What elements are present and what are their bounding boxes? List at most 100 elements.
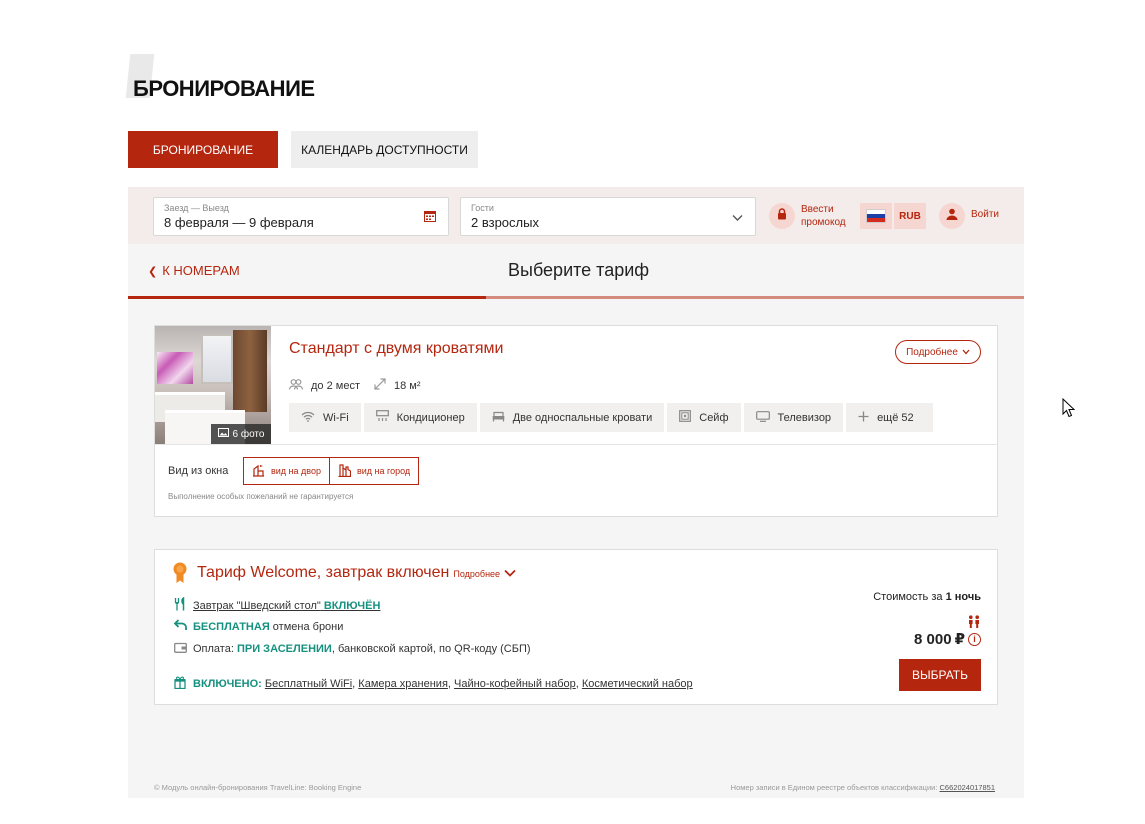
tariff-card: Тариф Welcome, завтрак включен Подробнее… bbox=[154, 549, 998, 705]
chevron-down-icon bbox=[732, 210, 743, 225]
amenity-wifi[interactable]: Wi-Fi bbox=[289, 403, 361, 432]
photo-count-label: 6 фото bbox=[232, 428, 265, 440]
chevron-left-icon: ❮ bbox=[148, 266, 158, 278]
area-icon bbox=[374, 378, 386, 393]
medal-icon bbox=[173, 562, 187, 584]
currency-selector[interactable]: RUB bbox=[894, 203, 926, 229]
login-button[interactable] bbox=[939, 203, 965, 229]
back-to-rooms-link[interactable]: ❮ К НОМЕРАМ bbox=[148, 263, 240, 278]
cancellation-line: БЕСПЛАТНАЯ отмена брони bbox=[173, 619, 343, 634]
amenity-tv[interactable]: Телевизор bbox=[743, 403, 844, 432]
room-details-label: Подробнее bbox=[906, 346, 958, 358]
room-details-button[interactable]: Подробнее bbox=[895, 340, 981, 364]
room-specs: до 2 мест 18 м² bbox=[288, 378, 421, 393]
courtyard-icon bbox=[252, 464, 265, 479]
view-city-option[interactable]: вид на город bbox=[328, 458, 418, 484]
promo-button[interactable] bbox=[769, 203, 795, 229]
room-capacity: до 2 мест bbox=[311, 379, 360, 392]
amenities-list: Wi-Fi Кондиционер Две односпальные крова… bbox=[289, 403, 933, 432]
room-photo[interactable]: 6 фото bbox=[155, 326, 271, 444]
amenity-air-conditioner[interactable]: Кондиционер bbox=[363, 403, 477, 432]
two-guests-icon bbox=[967, 615, 981, 631]
currency-sign: ₽ bbox=[954, 631, 965, 648]
photo-window bbox=[201, 334, 233, 384]
promo-link[interactable]: Ввести промокод bbox=[801, 203, 846, 229]
included-item[interactable]: Чайно-кофейный набор bbox=[454, 678, 576, 690]
guests-field-label: Гости bbox=[471, 203, 494, 213]
tariff-name[interactable]: Тариф Welcome, завтрак включен Подробнее bbox=[197, 564, 516, 582]
wifi-icon bbox=[301, 411, 315, 425]
room-card: 6 фото Стандарт с двумя кроватями Подроб… bbox=[154, 325, 998, 517]
russia-flag-icon bbox=[866, 209, 886, 223]
amenity-more[interactable]: ещё 52 bbox=[846, 403, 933, 432]
view-option-label: вид на двор bbox=[271, 466, 321, 476]
tariff-name-label: Тариф Welcome, завтрак включен bbox=[197, 564, 450, 581]
guests-icon bbox=[288, 378, 304, 393]
guests-field-value: 2 взрослых bbox=[471, 215, 539, 230]
breakfast-link[interactable]: Завтрак "Шведский стол" ВКЛЮЧЁН bbox=[193, 600, 380, 612]
included-line: ВКЛЮЧЕНО: Бесплатный WiFi, Камера хранен… bbox=[173, 676, 693, 692]
price: 8 000 ₽ i bbox=[914, 630, 981, 648]
cancellation-bold: БЕСПЛАТНАЯ bbox=[193, 620, 270, 633]
city-icon bbox=[338, 463, 352, 479]
footer-registry-link[interactable]: C662024017851 bbox=[940, 783, 995, 792]
chevron-down-icon bbox=[962, 347, 970, 358]
price-value: 8 000 bbox=[914, 630, 952, 648]
image-icon bbox=[217, 428, 229, 440]
amenity-label: Две односпальные кровати bbox=[512, 411, 653, 424]
bed-icon bbox=[492, 411, 505, 425]
gift-icon bbox=[173, 676, 187, 692]
booking-widget: Заезд — Выезд 8 февраля — 9 февраля Гост… bbox=[128, 187, 1024, 798]
tab-availability-calendar[interactable]: КАЛЕНДАРЬ ДОСТУПНОСТИ bbox=[291, 131, 478, 168]
cutlery-icon bbox=[173, 596, 187, 614]
progress-bar-done bbox=[128, 296, 486, 299]
view-courtyard-option[interactable]: вид на двор bbox=[244, 458, 329, 484]
included-item[interactable]: Бесплатный WiFi bbox=[265, 678, 352, 690]
search-bar: Заезд — Выезд 8 февраля — 9 февраля Гост… bbox=[128, 187, 1024, 244]
included-item[interactable]: Косметический набор bbox=[582, 678, 693, 690]
amenity-twin-beds[interactable]: Две односпальные кровати bbox=[479, 403, 665, 432]
included-item[interactable]: Камера хранения bbox=[358, 678, 448, 690]
language-selector[interactable] bbox=[860, 203, 892, 229]
payment-label: Оплата: bbox=[193, 642, 234, 655]
cancellation-text: отмена брони bbox=[272, 620, 344, 633]
tv-icon bbox=[755, 410, 770, 425]
dates-field[interactable]: Заезд — Выезд 8 февраля — 9 февраля bbox=[153, 197, 449, 236]
amenity-label: Wi-Fi bbox=[323, 411, 349, 424]
amenity-safe[interactable]: Сейф bbox=[667, 403, 741, 432]
progress-bar-remaining bbox=[486, 296, 1024, 299]
promo-text-line1: Ввести bbox=[801, 204, 834, 215]
calendar-icon bbox=[424, 210, 436, 225]
tab-booking[interactable]: БРОНИРОВАНИЕ bbox=[128, 131, 278, 168]
cost-label: Стоимость за 1 ночь bbox=[873, 591, 981, 603]
breakfast-text: Завтрак "Шведский стол" bbox=[193, 599, 321, 612]
photo-curtain bbox=[233, 330, 267, 412]
guests-field[interactable]: Гости 2 взрослых bbox=[460, 197, 756, 236]
step-title: Выберите тариф bbox=[508, 260, 650, 280]
mouse-cursor-icon bbox=[1062, 397, 1076, 423]
photo-count-badge[interactable]: 6 фото bbox=[211, 424, 271, 444]
air-conditioner-icon bbox=[375, 410, 389, 425]
amenity-label: Кондиционер bbox=[396, 411, 465, 424]
footer-registry: Номер записи в Едином реестре объектов к… bbox=[731, 783, 995, 792]
info-icon[interactable]: i bbox=[968, 632, 981, 646]
select-tariff-button[interactable]: ВЫБРАТЬ bbox=[899, 659, 981, 691]
dates-field-value: 8 февраля — 9 февраля bbox=[164, 215, 314, 230]
window-view-label: Вид из окна bbox=[168, 465, 229, 477]
undo-icon bbox=[173, 619, 187, 634]
promo-text-line2: промокод bbox=[801, 217, 846, 228]
dates-field-label: Заезд — Выезд bbox=[164, 203, 229, 213]
photo-artwork bbox=[157, 352, 193, 384]
payment-bold: ПРИ ЗАСЕЛЕНИИ bbox=[236, 642, 332, 655]
breakfast-status: ВКЛЮЧЁН bbox=[323, 599, 381, 612]
wallet-icon bbox=[173, 641, 187, 656]
tariff-details-link[interactable]: Подробнее bbox=[453, 569, 500, 579]
amenity-label: Сейф bbox=[699, 411, 729, 424]
safe-icon bbox=[679, 410, 692, 425]
plus-icon bbox=[858, 411, 869, 425]
steps-header: ❮ К НОМЕРАМ Выберите тариф bbox=[128, 244, 1024, 299]
footer-registry-text: Номер записи в Едином реестре объектов к… bbox=[730, 783, 938, 792]
page-title: БРОНИРОВАНИЕ bbox=[133, 76, 315, 101]
room-name[interactable]: Стандарт с двумя кроватями bbox=[289, 340, 503, 358]
login-link[interactable]: Войти bbox=[971, 209, 999, 220]
